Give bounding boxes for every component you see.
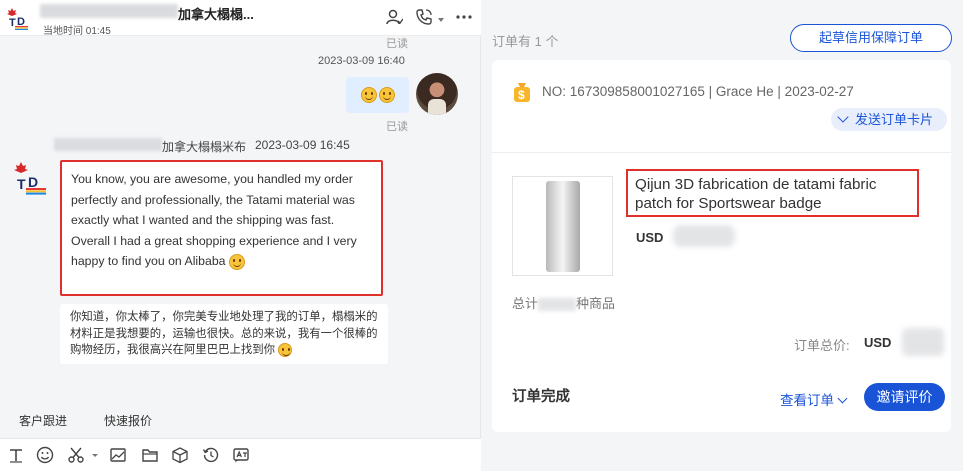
customer-followup-button[interactable]: 客户跟进 [19, 412, 67, 429]
smile-emoji-icon [360, 87, 377, 103]
incoming-message-text: You know, you are awesome, you handled m… [71, 172, 357, 268]
buyer-avatar[interactable]: T D [12, 160, 48, 196]
smile-emoji-icon [228, 253, 245, 270]
quick-actions-bar: 客户跟进 快速报价 [0, 407, 481, 435]
svg-text:T: T [9, 17, 16, 29]
own-avatar[interactable] [416, 73, 458, 115]
order-status: 订单完成 [512, 389, 570, 405]
contact-name-redacted [40, 4, 178, 18]
total-items-summary: 总计 种商品 [512, 293, 615, 312]
message-timestamp: 2023-03-09 16:40 [318, 55, 405, 67]
folder-icon[interactable] [141, 446, 159, 464]
dollar-bag-icon: $ [514, 83, 530, 102]
order-pane: 订单有 1 个 起草信用保障订单 $ NO: 16730985800102716… [481, 0, 963, 471]
history-icon[interactable] [202, 446, 220, 464]
chat-toolbar [0, 438, 481, 471]
buyer-name-redacted [54, 138, 162, 151]
draft-trade-assurance-order-button[interactable]: 起草信用保障订单 [790, 24, 952, 52]
send-order-card-button[interactable]: 发送订单卡片 [831, 108, 947, 131]
add-contact-icon[interactable] [384, 8, 404, 28]
svg-text:$: $ [518, 88, 525, 102]
total-items-suffix: 种商品 [576, 296, 616, 311]
send-order-card-label: 发送订单卡片 [855, 112, 934, 127]
translation-text: 你知道，你太棒了，你完美专业地处理了我的订单，榻榻米的材料正是我想要的，运输也很… [70, 311, 378, 356]
message-timestamp: 2023-03-09 16:45 [255, 138, 350, 152]
package-icon[interactable] [171, 446, 189, 464]
company-logo-icon: T D [7, 8, 28, 30]
order-total-label: 订单总价: [794, 338, 850, 353]
incoming-message-bubble: You know, you are awesome, you handled m… [60, 160, 383, 296]
svg-text:D: D [28, 174, 38, 190]
chat-header: T D 加拿大榻榻... 当地时间 01:45 [0, 0, 481, 37]
fabric-roll-image [546, 181, 580, 272]
smile-emoji-icon [378, 87, 395, 103]
translate-icon[interactable] [232, 446, 250, 464]
quick-quote-button[interactable]: 快速报价 [104, 412, 152, 429]
invite-review-button[interactable]: 邀请评价 [864, 383, 945, 411]
screenshot-options-caret-icon[interactable] [91, 446, 99, 464]
local-time: 当地时间 01:45 [43, 26, 111, 37]
text-format-icon[interactable] [7, 446, 25, 464]
smile-emoji-icon [278, 342, 293, 357]
order-count-label: 订单有 1 个 [492, 34, 559, 49]
svg-text:T: T [17, 176, 26, 192]
divider [492, 152, 951, 153]
order-total-currency: USD [864, 335, 892, 350]
product-price-redacted [673, 225, 735, 247]
contact-name: 加拿大榻榻... [178, 7, 254, 22]
call-icon[interactable] [414, 8, 434, 28]
translation-text-box: 你知道，你太棒了，你完美专业地处理了我的订单，榻榻米的材料正是我想要的，运输也很… [60, 304, 388, 364]
order-total-redacted [902, 328, 944, 356]
order-card: $ NO: 167309858001027165 | Grace He | 20… [492, 60, 951, 432]
product-price-currency: USD [636, 230, 664, 245]
chat-pane: T D 加拿大榻榻... 当地时间 01:45 已读 2023-03-09 16… [0, 0, 481, 471]
read-receipt: 已读 [386, 38, 408, 50]
order-number-meta: NO: 167309858001027165 | Grace He | 2023… [542, 84, 854, 99]
view-order-link[interactable]: 查看订单 [780, 389, 848, 409]
product-thumbnail[interactable] [512, 176, 613, 276]
scissors-icon[interactable] [67, 446, 85, 464]
emoji-icon[interactable] [36, 446, 54, 464]
call-options-caret-icon[interactable] [438, 18, 444, 22]
read-receipt: 已读 [386, 121, 408, 133]
chevron-down-icon [837, 393, 848, 404]
own-message-bubble [346, 77, 409, 113]
chevron-down-icon [837, 111, 849, 123]
product-title-link[interactable]: Qijun 3D fabrication de tatami fabric pa… [626, 169, 919, 217]
more-icon[interactable] [454, 8, 474, 28]
view-order-label: 查看订单 [780, 393, 834, 408]
total-items-prefix: 总计 [512, 296, 539, 311]
item-count-redacted [538, 298, 577, 312]
buyer-name: 加拿大榻榻米布 [162, 140, 247, 154]
image-icon[interactable] [109, 446, 127, 464]
